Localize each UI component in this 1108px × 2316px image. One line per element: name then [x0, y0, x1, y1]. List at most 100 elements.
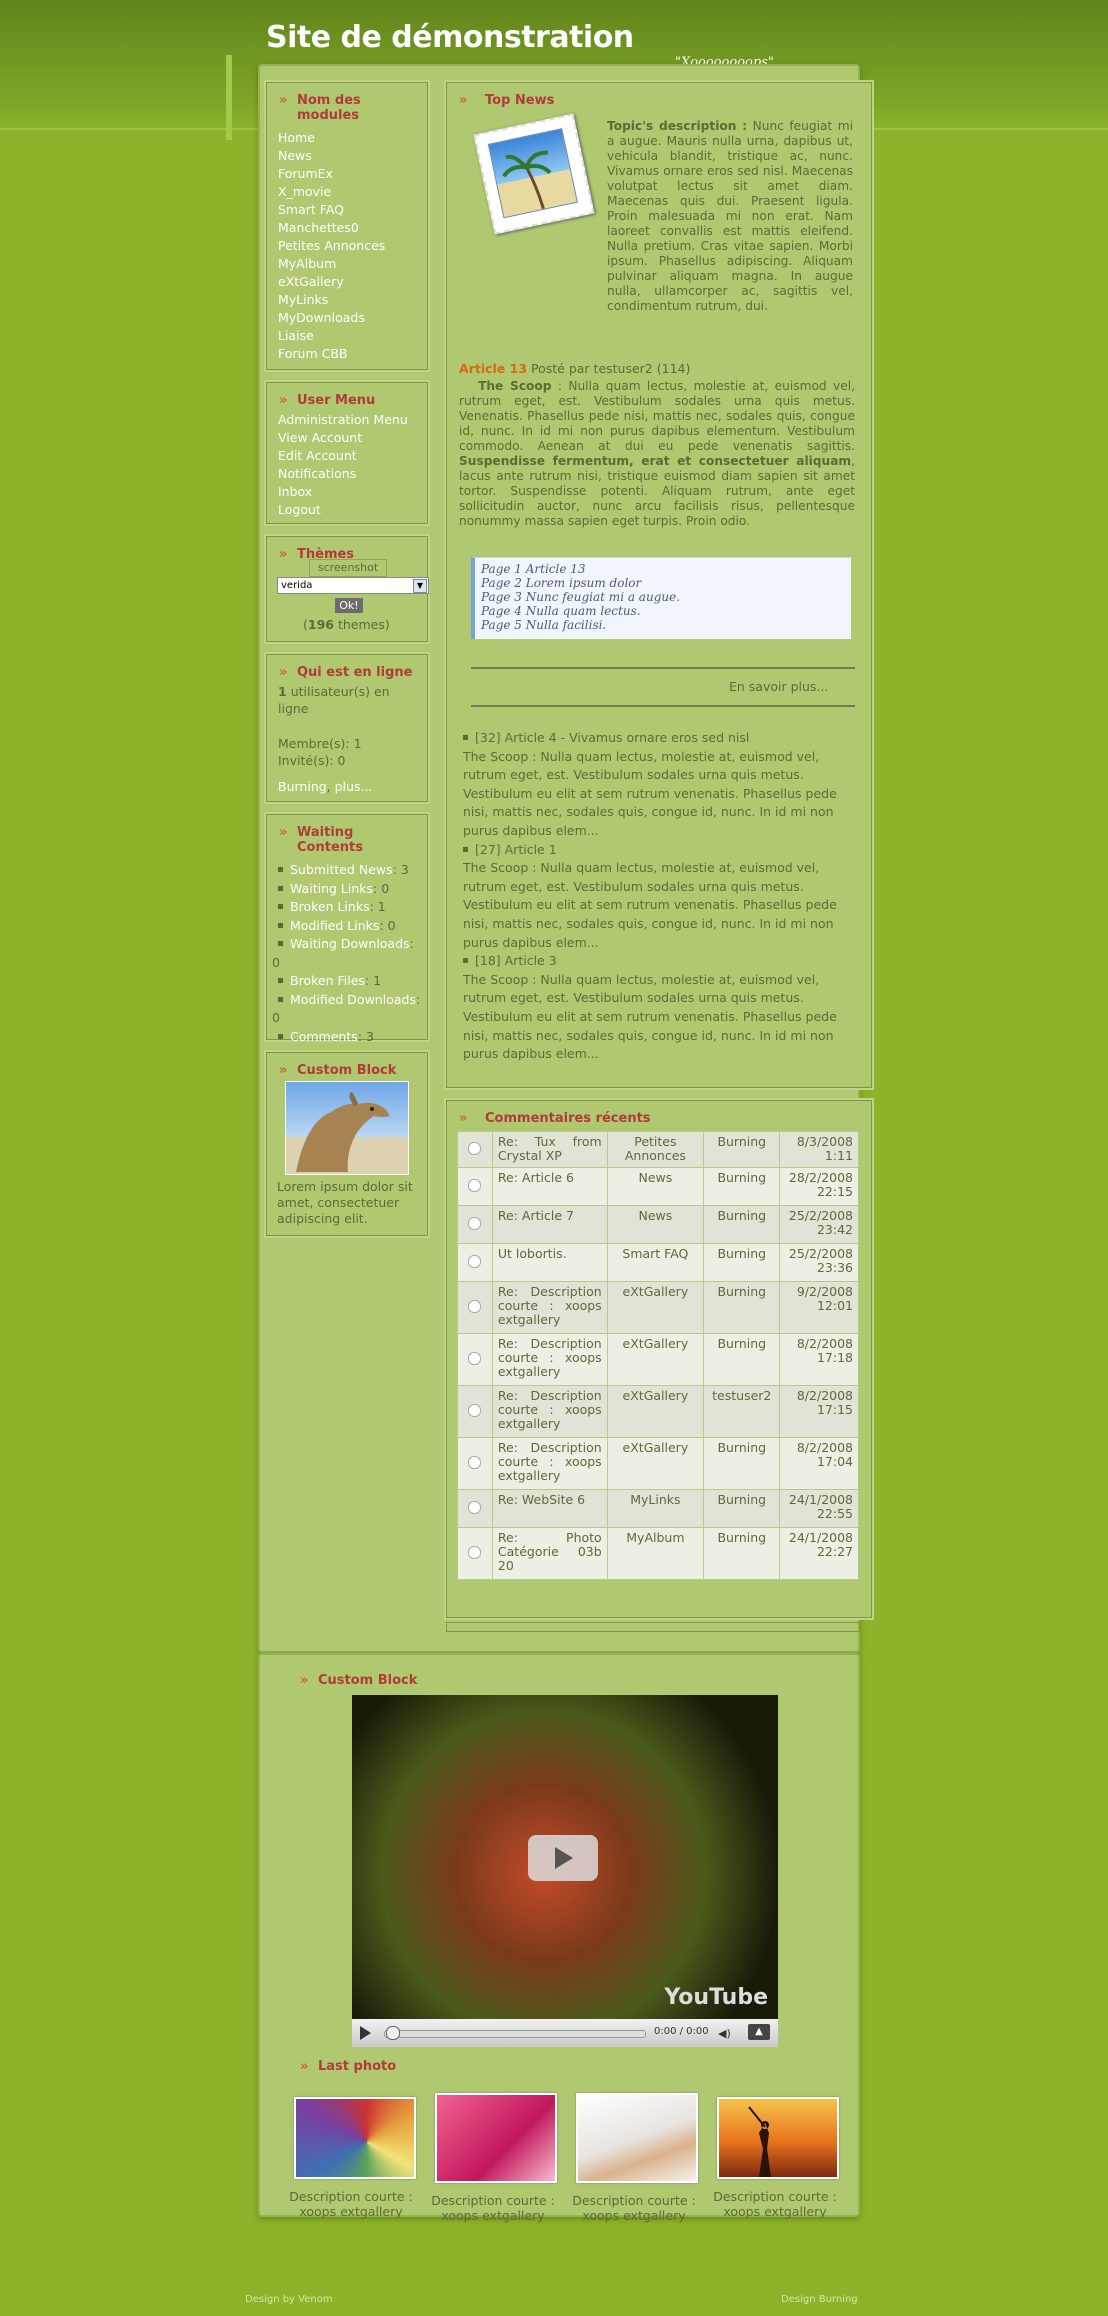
- menu-item[interactable]: X_movie: [278, 183, 385, 201]
- comment-module[interactable]: MyLinks: [606, 1489, 705, 1528]
- gallery-photo[interactable]: [435, 2093, 557, 2183]
- page-link[interactable]: Page 1 Article 13: [481, 562, 851, 576]
- block-title: Waiting Contents: [297, 825, 363, 855]
- comment-subject[interactable]: Re: WebSite 6: [491, 1489, 608, 1528]
- footer-left[interactable]: Design by Venom: [245, 2294, 333, 2305]
- comment-module[interactable]: eXtGallery: [606, 1333, 705, 1386]
- waiting-link[interactable]: Modified Downloads: [290, 992, 416, 1007]
- comment-subject[interactable]: Re: Description courte : xoops extgaller…: [491, 1437, 608, 1490]
- menu-item[interactable]: MyAlbum: [278, 255, 385, 273]
- comment-user[interactable]: Burning: [703, 1167, 781, 1206]
- waiting-link[interactable]: Waiting Links: [290, 881, 373, 896]
- menu-item[interactable]: eXtGallery: [278, 273, 385, 291]
- table-row: Re: Description courte : xoops extgaller…: [457, 1333, 859, 1386]
- comment-subject[interactable]: Re: Description courte : xoops extgaller…: [491, 1333, 608, 1386]
- online-user-link[interactable]: Burning: [278, 779, 327, 794]
- comment-user[interactable]: Burning: [703, 1243, 781, 1282]
- menu-item[interactable]: View Account: [278, 429, 408, 447]
- article-link[interactable]: [27] Article 1: [475, 842, 557, 857]
- camel-image[interactable]: [285, 1081, 409, 1175]
- menu-item[interactable]: Home: [278, 129, 385, 147]
- comment-icon: [468, 1299, 482, 1313]
- comment-user[interactable]: Burning: [703, 1527, 781, 1580]
- comment-module[interactable]: eXtGallery: [606, 1281, 705, 1334]
- fullscreen-icon[interactable]: ▲: [748, 2024, 770, 2040]
- waiting-link[interactable]: Comments: [290, 1029, 358, 1044]
- comment-module[interactable]: Smart FAQ: [606, 1243, 705, 1282]
- main-container: » Nom des modules Home News ForumEx X_mo…: [258, 64, 872, 1653]
- menu-item[interactable]: Forum CBB: [278, 345, 385, 363]
- comment-user[interactable]: testuser2: [703, 1385, 781, 1438]
- comment-user[interactable]: Burning: [703, 1333, 781, 1386]
- comment-subject[interactable]: Re: Article 6: [491, 1167, 608, 1206]
- page-link[interactable]: Page 2 Lorem ipsum dolor: [481, 576, 851, 590]
- comment-module[interactable]: News: [606, 1167, 705, 1206]
- comment-module[interactable]: eXtGallery: [606, 1385, 705, 1438]
- menu-item[interactable]: ForumEx: [278, 165, 385, 183]
- waiting-link[interactable]: Broken Links: [290, 899, 370, 914]
- gallery-photo[interactable]: [717, 2097, 839, 2179]
- comment-subject[interactable]: Ut lobortis.: [491, 1243, 608, 1282]
- comment-user[interactable]: Burning: [703, 1131, 781, 1168]
- comment-module[interactable]: Petites Annonces: [606, 1131, 705, 1168]
- waiting-link[interactable]: Submitted News: [290, 862, 393, 877]
- comment-icon: [468, 1403, 482, 1417]
- comment-subject[interactable]: Re: Photo Catégorie 03b 20: [491, 1527, 608, 1580]
- online-more-link[interactable]: plus...: [335, 779, 373, 794]
- list-item: Broken Links: 1: [272, 898, 422, 917]
- comment-user[interactable]: Burning: [703, 1281, 781, 1334]
- volume-icon[interactable]: ◀): [718, 2027, 731, 2040]
- comment-user[interactable]: Burning: [703, 1489, 781, 1528]
- waiting-link[interactable]: Broken Files: [290, 973, 365, 988]
- waiting-link[interactable]: Modified Links: [290, 918, 379, 933]
- menu-item[interactable]: Manchettes0: [278, 219, 385, 237]
- theme-ok-button[interactable]: Ok!: [335, 598, 363, 613]
- menu-item[interactable]: MyDownloads: [278, 309, 385, 327]
- gallery-photo[interactable]: [294, 2097, 416, 2179]
- theme-count-value: 196: [307, 617, 334, 632]
- article-title[interactable]: Article 13: [459, 361, 527, 376]
- menu-item[interactable]: Inbox: [278, 483, 408, 501]
- site-title[interactable]: Site de démonstration: [266, 20, 634, 55]
- comment-subject[interactable]: Re: Article 7: [491, 1205, 608, 1244]
- gallery-photo[interactable]: [576, 2093, 698, 2183]
- comment-module[interactable]: MyAlbum: [606, 1527, 705, 1580]
- menu-item[interactable]: Petites Annonces: [278, 237, 385, 255]
- online-members: Membre(s): 1: [278, 736, 362, 751]
- themes-block: » Thèmes screenshot verida ▼ Ok! (196 th…: [266, 536, 429, 642]
- play-button[interactable]: [360, 2026, 371, 2040]
- article-link[interactable]: [18] Article 3: [475, 953, 557, 968]
- comment-user[interactable]: Burning: [703, 1205, 781, 1244]
- play-icon[interactable]: [528, 1835, 598, 1881]
- article-link[interactable]: [32] Article 4 - Vivamus ornare eros sed…: [475, 730, 749, 745]
- footer-right[interactable]: Design Burning: [781, 2294, 858, 2305]
- recent-comments-block: » Commentaires récents Re: Tux from Crys…: [446, 1100, 872, 1618]
- page-link[interactable]: Page 3 Nunc feugiat mi a augue.: [481, 590, 851, 604]
- comment-user[interactable]: Burning: [703, 1437, 781, 1490]
- menu-item[interactable]: News: [278, 147, 385, 165]
- comment-subject[interactable]: Re: Description courte : xoops extgaller…: [491, 1281, 608, 1334]
- article-header: Article 13 Posté par testuser2 (114): [459, 361, 690, 376]
- menu-item[interactable]: Edit Account: [278, 447, 408, 465]
- menu-item[interactable]: Liaise: [278, 327, 385, 345]
- comment-module[interactable]: News: [606, 1205, 705, 1244]
- menu-item[interactable]: Smart FAQ: [278, 201, 385, 219]
- raquo-icon: »: [279, 93, 288, 108]
- page-link[interactable]: Page 5 Nulla facilisi.: [481, 618, 851, 632]
- menu-item[interactable]: Logout: [278, 501, 408, 519]
- menu-item[interactable]: MyLinks: [278, 291, 385, 309]
- theme-select[interactable]: verida ▼: [277, 577, 429, 594]
- block-title: Custom Block: [318, 1673, 418, 1688]
- comment-module[interactable]: eXtGallery: [606, 1437, 705, 1490]
- waiting-link[interactable]: Waiting Downloads: [290, 936, 410, 951]
- menu-item[interactable]: Administration Menu: [278, 411, 408, 429]
- video-player[interactable]: YouTube 0:00 / 0:00 ◀) ▲: [352, 1695, 778, 2047]
- main-menu: Home News ForumEx X_movie Smart FAQ Manc…: [278, 129, 385, 363]
- seek-handle[interactable]: [386, 2026, 400, 2040]
- menu-item[interactable]: Notifications: [278, 465, 408, 483]
- seek-bar[interactable]: [384, 2030, 646, 2038]
- comment-subject[interactable]: Re: Tux from Crystal XP: [491, 1131, 608, 1168]
- page-link[interactable]: Page 4 Nulla quam lectus.: [481, 604, 851, 618]
- read-more-link[interactable]: En savoir plus...: [729, 679, 828, 694]
- comment-subject[interactable]: Re: Description courte : xoops extgaller…: [491, 1385, 608, 1438]
